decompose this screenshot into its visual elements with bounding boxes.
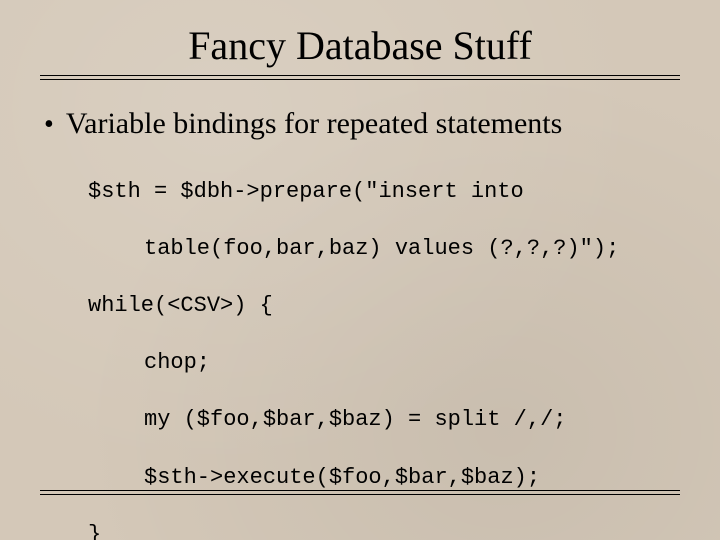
code-line: $sth = $dbh->prepare("insert into <box>88 178 680 207</box>
code-line: $sth->execute($foo,$bar,$baz); <box>88 464 680 493</box>
code-line: chop; <box>88 349 680 378</box>
bullet-dot-icon: • <box>44 111 54 139</box>
code-line: table(foo,bar,baz) values (?,?,?)"); <box>88 235 680 264</box>
slide: Fancy Database Stuff • Variable bindings… <box>0 0 720 540</box>
bullet-item: • Variable bindings for repeated stateme… <box>40 107 680 141</box>
code-line: } <box>88 521 680 540</box>
footer-divider <box>40 490 680 498</box>
footer-divider-wrap <box>40 490 680 498</box>
slide-title: Fancy Database Stuff <box>0 0 720 75</box>
title-divider <box>40 75 680 83</box>
code-block: $sth = $dbh->prepare("insert into table(… <box>88 149 680 540</box>
code-line: while(<CSV>) { <box>88 292 680 321</box>
slide-content: • Variable bindings for repeated stateme… <box>40 107 680 540</box>
bullet-text: Variable bindings for repeated statement… <box>66 107 563 141</box>
code-line: my ($foo,$bar,$baz) = split /,/; <box>88 406 680 435</box>
